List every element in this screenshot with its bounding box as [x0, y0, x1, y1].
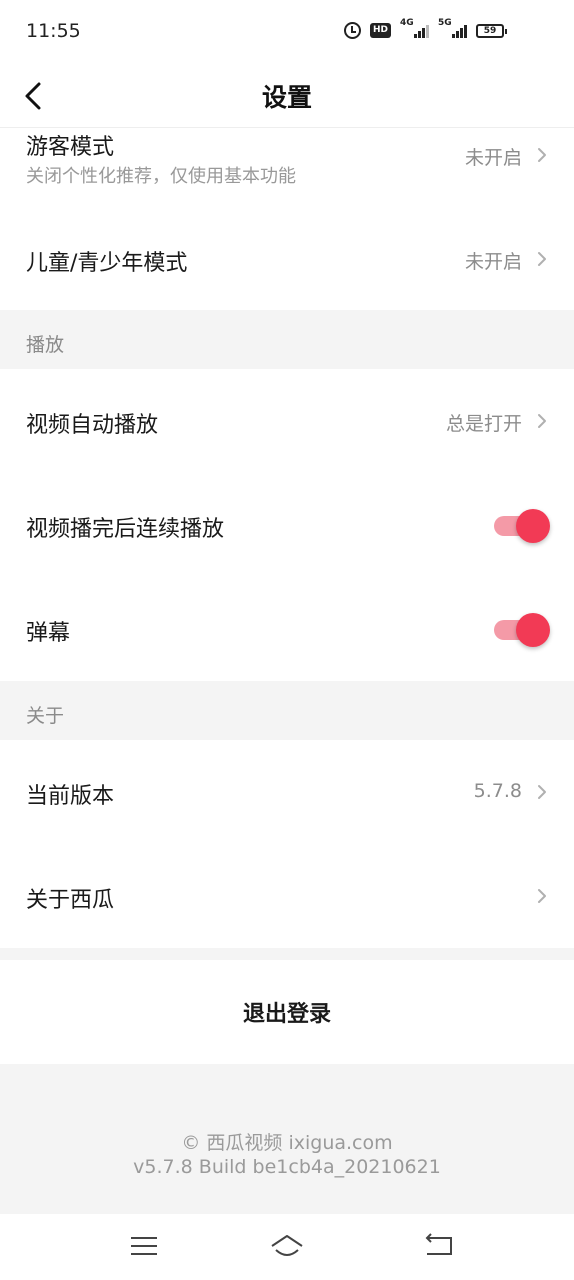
chevron-right-icon — [536, 412, 548, 430]
signal-5g-label: 5G — [438, 17, 452, 28]
guest-mode-label: 游客模式 — [26, 135, 115, 160]
home-icon — [271, 1235, 303, 1256]
system-nav-bar — [0, 1214, 574, 1280]
status-icons: HD 4G 5G 59 — [343, 18, 507, 39]
version-value: 5.7.8 — [473, 780, 522, 802]
signal-4g-icon: 4G — [400, 18, 429, 38]
version-row[interactable]: 当前版本 5.7.8 — [0, 740, 574, 844]
kids-mode-row[interactable]: 儿童/青少年模式 未开启 — [0, 209, 574, 309]
page-title: 设置 — [261, 83, 312, 112]
continuous-play-row: 视频播完后连续播放 — [0, 473, 574, 577]
menu-button[interactable] — [124, 1230, 164, 1262]
continuous-play-label: 视频播完后连续播放 — [26, 517, 225, 542]
about-app-label: 关于西瓜 — [26, 888, 115, 913]
danmaku-row: 弹幕 — [0, 577, 574, 681]
danmaku-toggle[interactable] — [492, 611, 550, 647]
app-header: 设置 — [0, 64, 574, 128]
about-app-row[interactable]: 关于西瓜 — [0, 844, 574, 948]
autoplay-label: 视频自动播放 — [26, 413, 159, 438]
signal-4g-label: 4G — [400, 17, 414, 28]
settings-screen: 11:55 HD 4G 5G 59 设置 游客模式 关闭个性化推荐，仅使用基本功… — [0, 0, 574, 1280]
danmaku-label: 弹幕 — [26, 621, 71, 646]
autoplay-value: 总是打开 — [445, 413, 522, 435]
chevron-right-icon — [536, 887, 548, 905]
back-icon — [425, 1233, 452, 1255]
chevron-right-icon — [536, 146, 548, 164]
section-about: 关于 — [0, 681, 574, 740]
footer-copyright: © 西瓜视频 ixigua.com — [181, 1132, 393, 1154]
status-time: 11:55 — [26, 20, 81, 42]
hd-icon: HD — [369, 23, 391, 38]
footer-build: v5.7.8 Build be1cb4a_20210621 — [133, 1156, 441, 1178]
battery-icon: 59 — [476, 23, 507, 38]
status-bar: 11:55 HD 4G 5G 59 — [0, 0, 574, 64]
toggle-knob — [516, 509, 550, 543]
logout-label: 退出登录 — [242, 1002, 331, 1027]
kids-mode-value: 未开启 — [464, 251, 522, 273]
menu-icon — [131, 1237, 157, 1255]
section-playback: 播放 — [0, 310, 574, 369]
continuous-play-toggle[interactable] — [492, 507, 550, 543]
guest-mode-row[interactable]: 游客模式 关闭个性化推荐，仅使用基本功能 未开启 — [0, 129, 574, 209]
logout-button[interactable]: 退出登录 — [0, 960, 574, 1064]
version-label: 当前版本 — [26, 784, 115, 809]
chevron-right-icon — [536, 783, 548, 801]
chevron-right-icon — [536, 250, 548, 268]
guest-mode-sub: 关闭个性化推荐，仅使用基本功能 — [26, 166, 296, 187]
signal-5g-icon: 5G — [438, 18, 467, 38]
toggle-knob — [516, 613, 550, 647]
kids-mode-label: 儿童/青少年模式 — [26, 251, 188, 276]
alarm-icon — [343, 22, 361, 39]
guest-mode-value: 未开启 — [464, 147, 522, 169]
autoplay-row[interactable]: 视频自动播放 总是打开 — [0, 369, 574, 473]
back-nav-button[interactable] — [418, 1230, 458, 1262]
section-about-label: 关于 — [26, 705, 65, 727]
footer: © 西瓜视频 ixigua.com v5.7.8 Build be1cb4a_2… — [0, 1064, 574, 1214]
home-button[interactable] — [267, 1230, 307, 1262]
section-gap — [0, 948, 574, 960]
section-playback-label: 播放 — [26, 334, 65, 356]
